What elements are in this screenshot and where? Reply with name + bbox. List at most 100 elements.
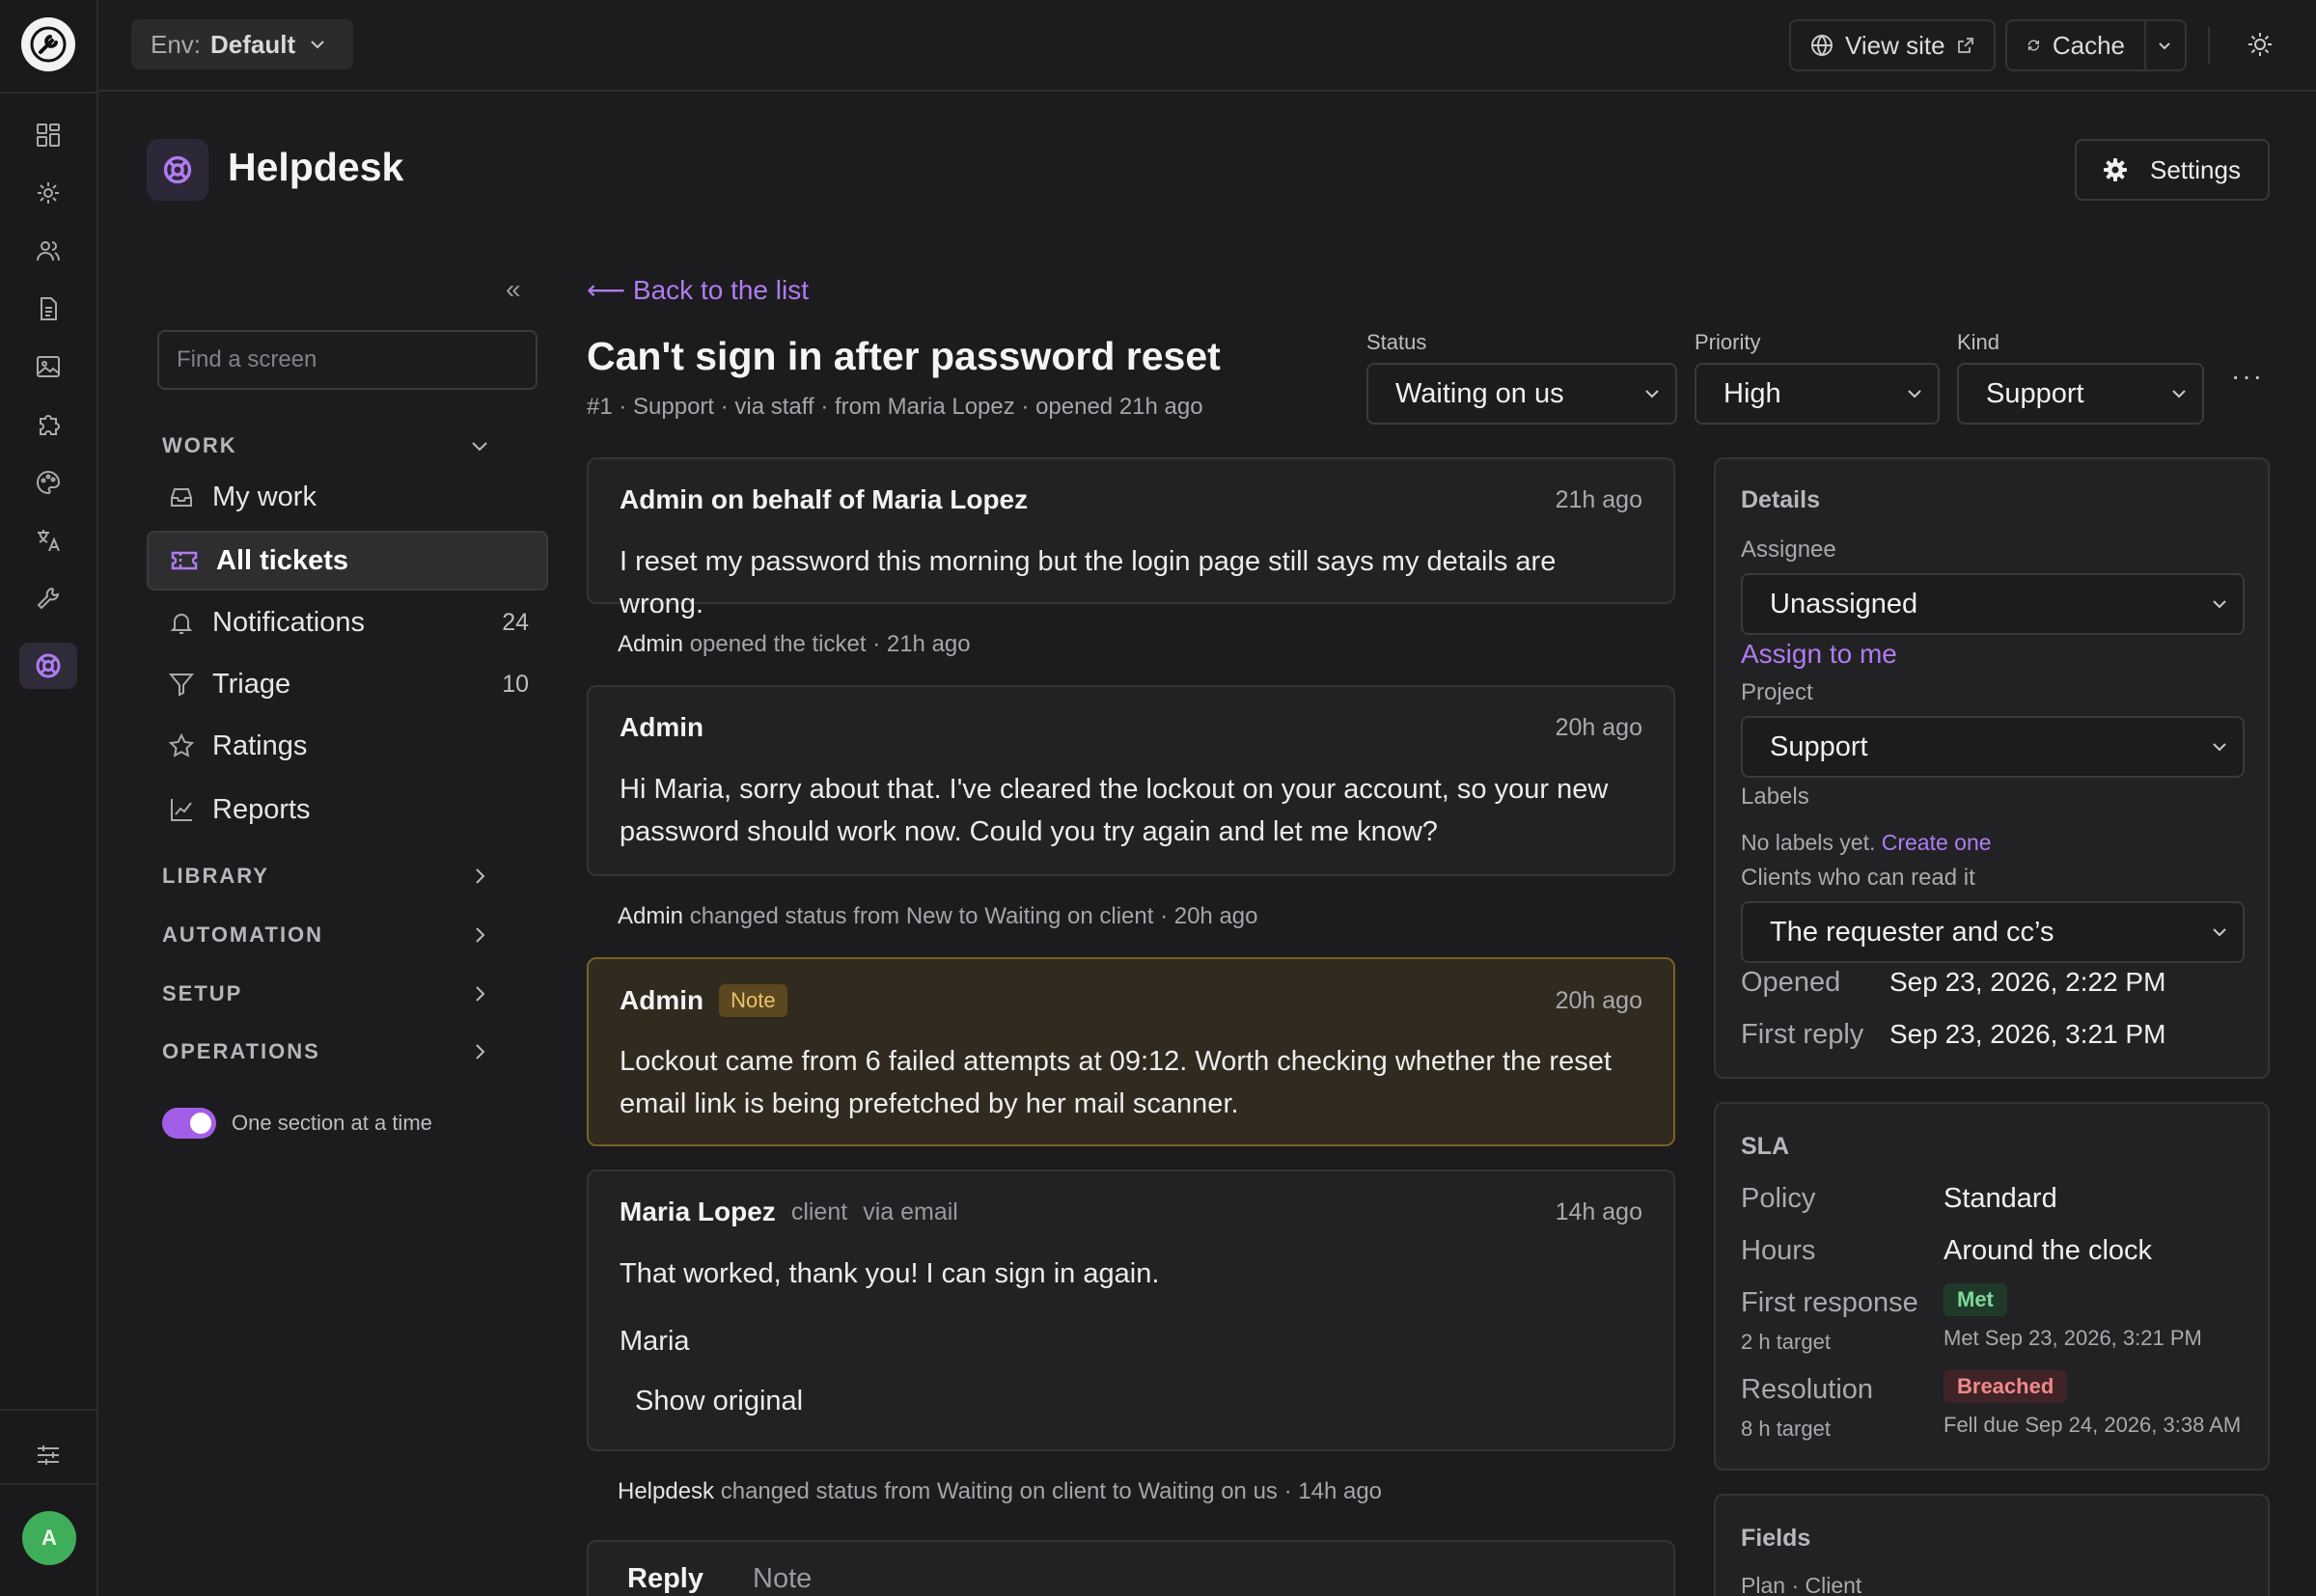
chevron-down-icon (472, 442, 487, 452)
rail-plugins[interactable] (19, 401, 77, 448)
sidebar-item-label: Triage (212, 668, 291, 700)
details-title: Details (1741, 486, 1820, 513)
message-card: Maria Lopez client via email 14h ago Tha… (587, 1169, 1675, 1451)
note-badge: Note (719, 984, 787, 1017)
theme-toggle-button[interactable] (2241, 25, 2279, 64)
sidebar-item-all-tickets[interactable]: All tickets (147, 531, 548, 591)
fields-panel: Fields Plan · Client (1714, 1494, 2270, 1596)
rail-themes[interactable] (19, 459, 77, 506)
plan-field-row: Plan · Client (1741, 1573, 1861, 1596)
sidebar-item-label: All tickets (216, 544, 348, 576)
labels-label: Labels (1741, 784, 1809, 810)
first-response-detail: Met Sep 23, 2026, 3:21 PM (1944, 1326, 2202, 1350)
section-setup[interactable]: SETUP (162, 975, 490, 1013)
event-actor: Admin (618, 903, 684, 929)
section-library[interactable]: LIBRARY (162, 857, 490, 895)
more-actions-button[interactable]: ··· (2231, 361, 2264, 392)
clients-label: Clients who can read it (1741, 865, 1975, 891)
rail-dashboard[interactable] (19, 112, 77, 158)
show-original-link[interactable]: Show original (635, 1380, 1642, 1422)
chevron-right-icon (476, 868, 485, 884)
priority-select[interactable]: High (1695, 363, 1940, 425)
opened-value: Sep 23, 2026, 2:22 PM (1889, 967, 2166, 997)
first-response-status-badge: Met (1944, 1283, 2007, 1316)
assignee-select[interactable]: Unassigned (1741, 573, 2245, 635)
gear-icon (38, 182, 59, 204)
sidebar-item-notifications[interactable]: Notifications 24 (147, 592, 548, 652)
status-select[interactable]: Waiting on us (1366, 363, 1677, 425)
message-role: client (790, 1197, 848, 1225)
client-visibility-select[interactable]: The requester and cc’s (1741, 901, 2245, 963)
sidebar-item-triage[interactable]: Triage 10 (147, 654, 548, 714)
wrench-logo-icon (30, 26, 67, 63)
message-body: I reset my password this morning but the… (620, 546, 1557, 619)
top-bar: Env: Default View site Cache (98, 0, 2316, 92)
app-logo[interactable] (21, 17, 75, 71)
rail-users[interactable] (19, 228, 77, 274)
project-select[interactable]: Support (1741, 716, 2245, 778)
collapse-sidebar-button[interactable]: « (506, 274, 521, 305)
tab-note[interactable]: Note (753, 1563, 812, 1595)
environment-value: Default (210, 29, 296, 59)
kind-value: Support (1986, 377, 2084, 409)
one-section-toggle[interactable] (162, 1108, 216, 1139)
star-icon (168, 732, 195, 757)
refresh-icon (2027, 40, 2039, 51)
sidebar-item-ratings[interactable]: Ratings (147, 716, 548, 776)
assign-to-me-link[interactable]: Assign to me (1741, 639, 1897, 670)
cache-dropdown-button[interactable] (2144, 19, 2187, 71)
topbar-separator (2208, 27, 2210, 64)
assignee-value: Unassigned (1770, 588, 1918, 619)
external-link-icon (1957, 38, 1973, 53)
cache-button[interactable]: Cache (2005, 19, 2146, 71)
resolution-label: Resolution (1741, 1374, 1874, 1405)
sidebar-item-my-work[interactable]: My work (147, 467, 548, 527)
app-rail: A (0, 0, 98, 1596)
globe-icon (1811, 34, 1833, 57)
status-label: Status (1366, 330, 1427, 354)
notifications-count: 24 (502, 608, 529, 636)
rail-translations[interactable] (19, 517, 77, 564)
rail-preferences[interactable] (19, 1432, 77, 1478)
back-to-list-link[interactable]: ⟵ Back to the list (587, 274, 809, 306)
rail-tools[interactable] (19, 575, 77, 621)
priority-value: High (1723, 377, 1781, 409)
event-separator: · (872, 631, 881, 657)
event-text: opened the ticket (689, 631, 867, 657)
view-site-button[interactable]: View site (1789, 19, 1996, 71)
labels-empty-row: No labels yet. Create one (1741, 830, 1992, 856)
section-label: OPERATIONS (162, 1039, 320, 1063)
rail-media[interactable] (19, 344, 77, 390)
message-author: Admin (620, 712, 704, 742)
event-time: 21h ago (886, 631, 971, 657)
project-label: Project (1741, 679, 1813, 705)
message-channel: via email (863, 1197, 958, 1225)
environment-selector[interactable]: Env: Default (131, 19, 353, 69)
no-labels-text: No labels yet. (1741, 830, 1876, 855)
lifebuoy-icon (36, 653, 61, 678)
sidebar-item-reports[interactable]: Reports (147, 780, 548, 839)
users-icon (37, 241, 60, 261)
sla-hours-value: Around the clock (1944, 1235, 2153, 1266)
filter-icon (168, 674, 195, 697)
create-label-link[interactable]: Create one (1882, 830, 1992, 855)
rail-documents[interactable] (19, 286, 77, 332)
find-screen-input[interactable] (157, 330, 538, 390)
first-reply-label: First reply (1741, 1019, 1864, 1050)
settings-button[interactable]: Settings (2075, 139, 2270, 201)
event-time: 20h ago (1173, 903, 1258, 929)
helpdesk-page-icon (147, 139, 208, 201)
rail-settings[interactable] (19, 170, 77, 216)
user-avatar[interactable]: A (22, 1511, 76, 1565)
section-operations[interactable]: OPERATIONS (162, 1032, 490, 1071)
rail-helpdesk[interactable] (19, 643, 77, 689)
tab-reply[interactable]: Reply (627, 1563, 703, 1595)
event-text: changed status from New to Waiting on cl… (689, 903, 1154, 929)
sla-policy-link[interactable]: Standard (1944, 1183, 2057, 1215)
message-header: Admin on behalf of Maria Lopez 21h ago (620, 484, 1642, 515)
section-work[interactable]: WORK (162, 427, 490, 465)
section-automation[interactable]: AUTOMATION (162, 916, 490, 954)
message-header: Admin Note 20h ago (620, 984, 1642, 1017)
chevron-down-icon (1908, 390, 1921, 399)
kind-select[interactable]: Support (1957, 363, 2204, 425)
